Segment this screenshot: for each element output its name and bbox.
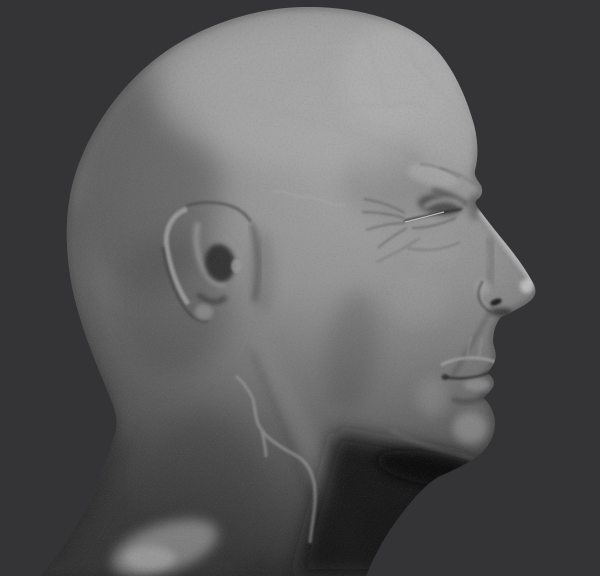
sculpt-viewport: Grayscale digital sculpture render of a … [0, 0, 600, 576]
head-sculpt-render [0, 0, 600, 576]
